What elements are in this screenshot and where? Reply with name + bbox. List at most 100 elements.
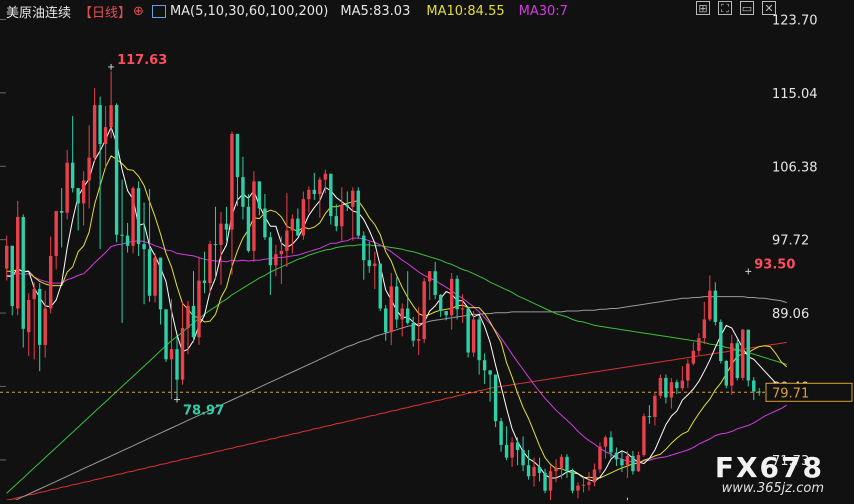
candle-body: [488, 370, 492, 375]
candle-body: [620, 459, 624, 466]
candle-body: [307, 189, 311, 200]
candle-body: [246, 206, 251, 251]
ma5-value: MA5:83.03: [340, 3, 411, 19]
period-label[interactable]: 【日线】: [79, 2, 131, 21]
ma-label: MA(5,10,30,60,100,200): [169, 3, 329, 19]
annotation-label: 78.97: [183, 404, 224, 419]
candle-body: [202, 280, 207, 284]
candle-body: [109, 105, 113, 128]
zoom-icon[interactable]: ⊕: [133, 4, 144, 19]
candle-body: [70, 162, 75, 189]
restore-icon[interactable]: ▭: [740, 1, 754, 15]
candle-body: [92, 105, 97, 158]
candle-body: [213, 244, 218, 246]
candle-body: [10, 245, 14, 306]
candle-body: [449, 278, 454, 316]
candle-body: [43, 308, 47, 345]
candle-body: [526, 465, 531, 477]
candle-body: [142, 244, 146, 250]
candle-body: [252, 181, 256, 251]
candle-body: [290, 218, 295, 231]
candle-body: [746, 329, 750, 381]
y-tick-label: 97.72: [772, 234, 809, 249]
candle-body: [197, 280, 201, 338]
candle-body: [455, 278, 459, 310]
watermark-sub: www.365jz.com: [721, 481, 824, 496]
candle-body: [5, 245, 9, 269]
candlestick-chart: 123.70115.04106.3897.7289.0680.4071.7379…: [0, 0, 854, 504]
candle-body: [708, 290, 712, 320]
candle-body: [460, 308, 465, 310]
candle-body: [537, 466, 542, 473]
candle-body: [279, 250, 284, 255]
candle-body: [482, 360, 487, 371]
candle-body: [510, 442, 514, 458]
candle-body: [329, 173, 333, 217]
candle-body: [21, 216, 25, 329]
candle-body: [444, 311, 448, 316]
candle-body: [477, 319, 481, 361]
candle-body: [59, 211, 64, 213]
ma30-value: MA30:7: [518, 3, 568, 19]
candle-body: [367, 260, 371, 267]
candle-body: [235, 133, 240, 178]
candle-body: [334, 216, 339, 227]
candle-body: [318, 179, 322, 195]
y-tick-label: 89.06: [772, 307, 809, 322]
candle-body: [653, 395, 657, 417]
candle-body: [559, 456, 564, 468]
candle-body: [136, 188, 141, 245]
candle-body: [323, 173, 328, 180]
candle-body: [301, 199, 306, 236]
window-controls: ⊞ ⛶ ▭ ✕: [696, 1, 776, 15]
candle-body: [345, 205, 349, 207]
candle-body: [125, 235, 130, 246]
candle-body: [554, 467, 558, 472]
candle-body: [16, 216, 20, 309]
candle-body: [268, 237, 273, 266]
candle-body: [515, 442, 520, 450]
candle-body: [180, 327, 185, 380]
candle-body: [191, 305, 196, 338]
candle-body: [598, 446, 602, 470]
candle-body: [422, 281, 426, 339]
candle-body: [471, 319, 476, 353]
candle-body: [224, 223, 229, 230]
candle-body: [87, 157, 91, 181]
candle-body: [373, 263, 377, 267]
candle-body: [466, 308, 470, 353]
candle-body: [702, 319, 707, 339]
candle-body: [625, 455, 630, 466]
candle-body: [81, 180, 86, 204]
candle-body: [752, 380, 756, 392]
candle-body: [312, 189, 317, 195]
candle-body: [686, 363, 690, 381]
candle-body: [395, 286, 399, 320]
candle-body: [406, 308, 410, 323]
chart-header: 美原油连续 【日线】 ⊕ MA(5,10,30,60,100,200) MA5:…: [6, 2, 576, 21]
candle-body: [158, 257, 163, 310]
candle-body: [532, 466, 536, 477]
fit-icon[interactable]: ⊞: [696, 1, 710, 15]
chart-background: [0, 0, 854, 500]
candle-body: [724, 361, 728, 386]
chart-svg: 123.70115.04106.3897.7289.0680.4071.7379…: [0, 0, 854, 504]
watermark: FX678 www.365jz.com: [715, 454, 824, 496]
candle-body: [131, 188, 135, 246]
candle-body: [493, 374, 498, 422]
maximize-icon[interactable]: ⛶: [718, 1, 732, 15]
candle-body: [669, 382, 674, 398]
candle-body: [48, 255, 53, 309]
candle-body: [186, 305, 190, 328]
candle-body: [263, 208, 267, 238]
y-tick-label: 115.04: [772, 87, 818, 102]
candle-body: [114, 105, 119, 235]
indicator-icon[interactable]: [151, 4, 166, 18]
candle-body: [38, 288, 42, 345]
candle-body: [241, 177, 245, 207]
candle-body: [230, 133, 234, 230]
candle-body: [735, 343, 739, 378]
candle-body: [719, 322, 723, 362]
close-icon[interactable]: ✕: [762, 1, 776, 15]
candle-body: [219, 223, 223, 245]
